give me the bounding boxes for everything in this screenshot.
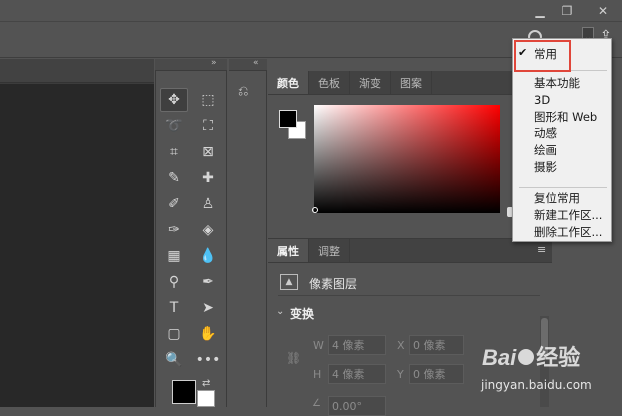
minimize-icon[interactable]: ▁ [528, 0, 552, 22]
x-field[interactable]: 0 像素 [409, 335, 464, 355]
brush-tool-icon[interactable]: ✐ [160, 192, 188, 216]
eyedropper-tool-icon[interactable]: ✎ [160, 166, 188, 190]
document-tab[interactable] [0, 59, 154, 83]
dock-header[interactable]: « [229, 58, 267, 71]
watermark: Bai 经验 jingyan.baidu.com [474, 338, 622, 407]
dock-icon-column [229, 71, 267, 407]
gradient-tool-icon[interactable]: ▦ [160, 244, 188, 268]
menu-item[interactable]: 摄影 [534, 159, 557, 175]
panel-menu-icon[interactable]: ≡ [537, 243, 546, 256]
move-tool-icon[interactable]: ✥ [160, 88, 188, 112]
link-dimensions-icon[interactable]: ⛓ [286, 351, 301, 365]
menu-item[interactable]: 3D [534, 92, 550, 108]
width-field[interactable]: 4 像素 [328, 335, 386, 355]
tab-swatches[interactable]: 色板 [309, 71, 350, 94]
foreground-color-swatch[interactable] [172, 380, 196, 404]
crop-tool-icon[interactable]: ⌗ [160, 140, 188, 164]
tab-gradients[interactable]: 渐变 [350, 71, 391, 94]
section-collapse-chevron-icon[interactable]: ⌄ [276, 306, 284, 317]
history-panel-icon[interactable]: ⎌ [238, 84, 258, 104]
eraser-tool-icon[interactable]: ◈ [194, 218, 222, 242]
expand-chevron-icon[interactable]: « [253, 58, 259, 68]
layer-type-row: ▲ 像素图层 [278, 272, 540, 296]
watermark-brand: Bai 经验 [482, 340, 580, 372]
tab-color[interactable]: 颜色 [268, 71, 309, 94]
color-panel-tabs: 颜色 色板 渐变 图案 [268, 71, 552, 95]
menu-item[interactable]: 绘画 [534, 142, 557, 158]
hand-tool-icon[interactable]: ✋ [194, 322, 222, 346]
frame-tool-icon[interactable]: ⊠ [194, 140, 222, 164]
tab-properties[interactable]: 属性 [268, 239, 309, 262]
tab-adjustments[interactable]: 调整 [309, 239, 350, 262]
paw-icon [518, 349, 535, 365]
marquee-tool-icon[interactable]: ⬚ [194, 88, 222, 112]
menu-item[interactable]: 图形和 Web [534, 109, 597, 125]
restore-icon[interactable]: ❐ [555, 0, 579, 22]
object-select-tool-icon[interactable]: ⛶ [194, 114, 222, 138]
watermark-url: jingyan.baidu.com [481, 378, 592, 392]
shape-tool-icon[interactable]: ▢ [160, 322, 188, 346]
path-select-tool-icon[interactable]: ➤ [194, 296, 222, 320]
menu-item[interactable]: 新建工作区... [534, 207, 602, 223]
color-picker-cursor[interactable] [312, 207, 318, 213]
stamp-tool-icon[interactable]: ♙ [194, 192, 222, 216]
y-label: Y [397, 368, 404, 381]
x-label: X [397, 339, 405, 352]
angle-field[interactable]: 0.00° [328, 396, 386, 416]
background-color-swatch[interactable] [197, 390, 215, 407]
document-canvas[interactable] [0, 84, 154, 407]
color-picker-field[interactable] [314, 105, 500, 213]
blur-tool-icon[interactable]: 💧 [194, 244, 222, 268]
menu-item[interactable]: 基本功能 [534, 75, 580, 91]
width-label: W [313, 339, 324, 352]
menu-separator [519, 187, 607, 188]
close-icon[interactable]: ✕ [591, 0, 615, 22]
collapse-chevron-icon[interactable]: » [211, 58, 217, 68]
menu-item[interactable]: 删除工作区... [534, 224, 602, 240]
angle-icon: ∠ [312, 398, 321, 409]
properties-panel-tabs: 属性 调整 [268, 239, 552, 263]
y-field[interactable]: 0 像素 [409, 364, 464, 384]
more-tools-icon[interactable]: ••• [194, 348, 222, 372]
watermark-brand-text: Bai [482, 345, 517, 370]
menu-item[interactable]: 复位常用 [534, 190, 580, 206]
pixel-layer-icon: ▲ [280, 274, 298, 290]
zoom-tool-icon[interactable]: 🔍 [160, 348, 188, 372]
type-tool-icon[interactable]: T [160, 296, 188, 320]
height-field[interactable]: 4 像素 [328, 364, 386, 384]
height-label: H [313, 368, 322, 381]
tools-panel-header[interactable]: » [155, 58, 227, 71]
swap-colors-icon[interactable]: ⇄ [202, 378, 210, 389]
transform-section-title: 变换 [290, 307, 315, 321]
annotation-highlight-box [514, 40, 571, 72]
healing-brush-tool-icon[interactable]: ✚ [194, 166, 222, 190]
panel-foreground-swatch[interactable] [279, 110, 297, 128]
dodge-tool-icon[interactable]: ⚲ [160, 270, 188, 294]
lasso-tool-icon[interactable]: ➰ [160, 114, 188, 138]
pen-tool-icon[interactable]: ✒ [194, 270, 222, 294]
tab-patterns[interactable]: 图案 [391, 71, 432, 94]
menu-item[interactable]: 动感 [534, 125, 557, 141]
watermark-brand-suffix: 经验 [536, 345, 581, 370]
layer-type-label: 像素图层 [309, 277, 358, 291]
history-brush-tool-icon[interactable]: ✑ [160, 218, 188, 242]
